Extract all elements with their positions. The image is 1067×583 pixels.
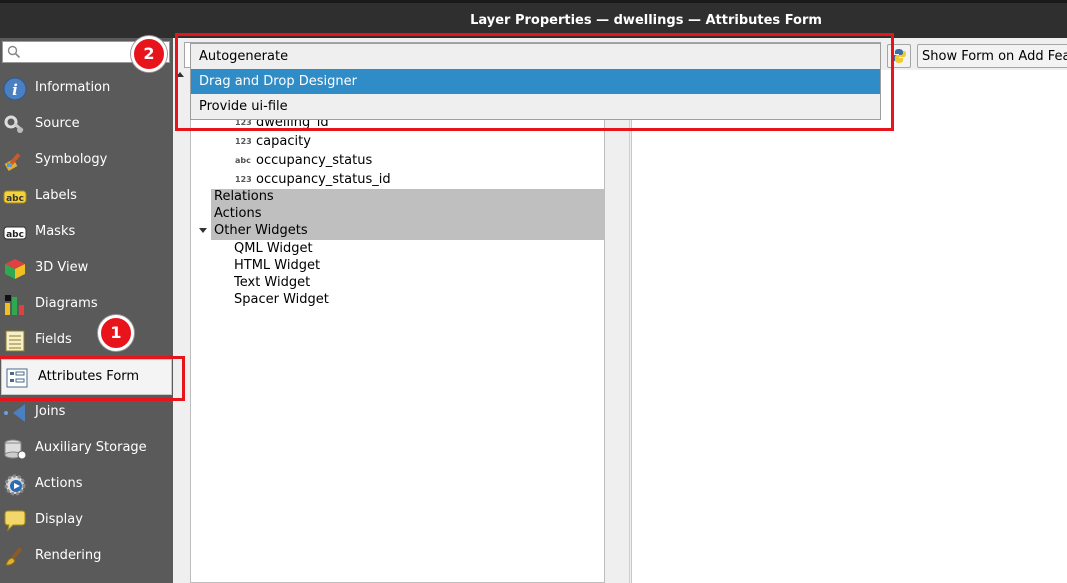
collapse-strip <box>174 70 191 583</box>
sidebar-item-rendering[interactable]: Rendering <box>0 539 173 575</box>
diagrams-icon <box>5 295 24 315</box>
sidebar-item-3d-view[interactable]: 3D View <box>0 251 173 287</box>
search-icon <box>7 45 21 59</box>
tree-widget-item[interactable]: Spacer Widget <box>234 292 329 307</box>
sidebar-item-label: Source <box>35 116 80 131</box>
tree-group-other-widgets[interactable]: Other Widgets <box>211 223 605 240</box>
3d-view-icon <box>5 259 25 279</box>
tree-group-label: Relations <box>214 189 274 204</box>
sidebar-item-label: Labels <box>35 188 77 203</box>
masks-icon: abc <box>3 226 27 240</box>
sidebar-item-labels[interactable]: abc Labels <box>0 179 173 215</box>
sidebar-item-actions[interactable]: Actions <box>0 467 173 503</box>
sidebar-item-label: Display <box>35 512 83 527</box>
sidebar-item-label: Diagrams <box>35 296 98 311</box>
form-layout-panel <box>631 70 1067 583</box>
display-icon <box>4 510 26 532</box>
sidebar-item-label: Joins <box>35 404 66 419</box>
highlight-box-1 <box>0 356 185 401</box>
sidebar-item-auxiliary-storage[interactable]: Auxiliary Storage <box>0 431 173 467</box>
tree-field-item[interactable]: occupancy_status_id <box>256 172 391 187</box>
tree-group-relations[interactable]: Relations <box>211 189 605 206</box>
svg-text:abc: abc <box>6 230 24 240</box>
type-badge: 123 <box>235 137 252 146</box>
tree-widget-item[interactable]: Text Widget <box>234 275 310 290</box>
auxiliary-storage-icon <box>4 439 27 460</box>
sidebar-item-display[interactable]: Display <box>0 503 173 539</box>
sidebar-item-source[interactable]: Source <box>0 107 173 143</box>
sidebar-item-information[interactable]: i Information <box>0 71 173 107</box>
type-badge: abc <box>235 156 251 165</box>
sidebar-item-label: Auxiliary Storage <box>35 440 147 455</box>
step-badge-2: 2 <box>131 36 167 72</box>
info-icon: i <box>3 77 27 101</box>
source-icon <box>4 115 24 133</box>
tree-widget-item[interactable]: QML Widget <box>234 241 313 256</box>
sidebar-item-label: Rendering <box>35 548 102 563</box>
fields-icon <box>5 330 25 352</box>
labels-icon: abc <box>3 190 27 204</box>
tree-field-item[interactable]: capacity <box>256 134 311 149</box>
svg-text:abc: abc <box>6 194 24 204</box>
sidebar: i Information Source Symbology abc Label… <box>0 38 173 583</box>
sidebar-item-label: Masks <box>35 224 76 239</box>
sidebar-item-fields[interactable]: Fields <box>0 323 173 359</box>
expand-arrow-icon[interactable] <box>199 228 207 233</box>
svg-text:i: i <box>12 81 18 99</box>
sidebar-item-diagrams[interactable]: Diagrams <box>0 287 173 323</box>
tree-field-item[interactable]: occupancy_status <box>256 153 372 168</box>
sidebar-item-masks[interactable]: abc Masks <box>0 215 173 251</box>
highlight-box-2 <box>175 33 894 131</box>
symbology-icon <box>4 153 21 171</box>
splitter-handle[interactable] <box>605 70 630 583</box>
type-badge: 123 <box>235 175 252 184</box>
rendering-icon <box>5 547 23 566</box>
tree-group-label: Actions <box>214 206 262 221</box>
tree-widget-item[interactable]: HTML Widget <box>234 258 320 273</box>
sidebar-item-symbology[interactable]: Symbology <box>0 143 173 179</box>
step-badge-1: 1 <box>98 315 134 351</box>
show-form-on-add-feature-dropdown[interactable]: Show Form on Add Fea <box>917 44 1067 68</box>
sidebar-item-label: Symbology <box>35 152 108 167</box>
tree-group-label: Other Widgets <box>214 223 308 238</box>
window-title: Layer Properties — dwellings — Attribute… <box>470 13 822 28</box>
joins-icon <box>4 404 25 422</box>
sidebar-item-label: Information <box>35 80 111 95</box>
sidebar-item-label: 3D View <box>35 260 89 275</box>
sidebar-item-label: Fields <box>35 332 72 347</box>
tree-group-actions[interactable]: Actions <box>211 206 605 223</box>
sidebar-item-label: Actions <box>35 476 83 491</box>
available-widgets-tree <box>190 70 605 583</box>
actions-icon <box>4 474 26 496</box>
